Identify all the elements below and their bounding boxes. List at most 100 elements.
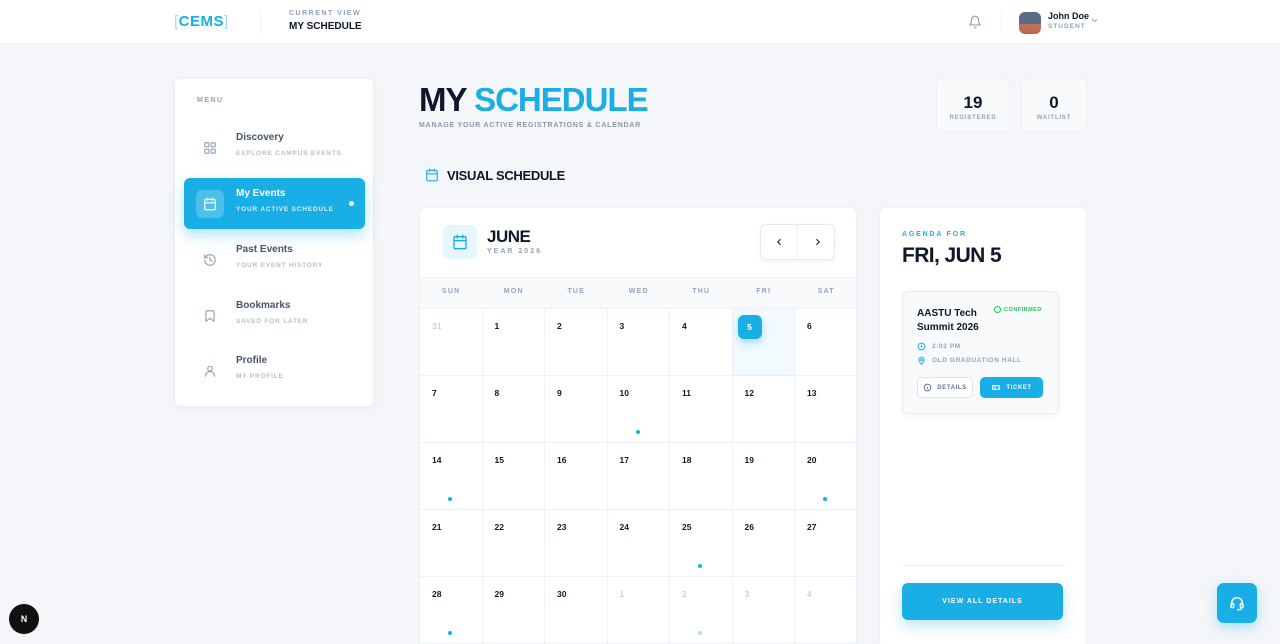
sidebar-item-my-events[interactable]: My Events YOUR ACTIVE SCHEDULE	[184, 178, 365, 229]
event-card[interactable]: AASTU Tech Summit 2026 CONFIRMED 2:02 PM…	[902, 291, 1059, 414]
calendar-day-cell[interactable]: 2	[670, 577, 733, 644]
calendar-day-cell[interactable]: 6	[795, 309, 856, 376]
divider	[1001, 11, 1002, 33]
calendar-day-cell[interactable]: 30	[545, 577, 608, 644]
event-time: 2:02 PM	[917, 342, 961, 351]
calendar-day-cell[interactable]: 20	[795, 443, 856, 510]
calendar-day-cell[interactable]: 4	[670, 309, 733, 376]
calendar-day-cell[interactable]: 3	[607, 309, 670, 376]
calendar-day-cell[interactable]: 16	[545, 443, 608, 510]
day-number: 20	[807, 455, 817, 465]
calendar-day-cell[interactable]: 21	[420, 510, 483, 577]
calendar-day-cell[interactable]: 26	[732, 510, 795, 577]
day-number: 11	[682, 388, 691, 398]
avatar[interactable]	[1019, 12, 1041, 34]
day-number: 23	[557, 522, 567, 532]
next-dev-badge[interactable]: N	[9, 604, 39, 634]
calendar-day-cell[interactable]: 9	[545, 376, 608, 443]
sidebar-item-past-events[interactable]: Past Events YOUR EVENT HISTORY	[184, 234, 365, 285]
chevron-down-icon[interactable]	[1090, 16, 1099, 25]
calendar-year: YEAR 2026	[487, 248, 542, 255]
event-title: AASTU Tech Summit 2026	[917, 308, 979, 333]
cems-logo[interactable]: [CEMS]	[174, 13, 229, 30]
calendar-day-cell[interactable]: 3	[732, 577, 795, 644]
sidebar-item-profile[interactable]: Profile MY PROFILE	[184, 345, 365, 396]
calendar: JUNE YEAR 2026 SUN MON TUE WED THU FRI SAT 31 1…	[419, 207, 857, 644]
user-role: STUDENT	[1048, 23, 1086, 30]
calendar-month: JUNE	[487, 227, 531, 246]
menu-label: MENU	[197, 97, 224, 104]
sidebar-item-sublabel: MY PROFILE	[236, 373, 284, 380]
sidebar-item-sublabel: EXPLORE CAMPUS EVENTS	[236, 150, 342, 157]
active-indicator	[349, 201, 354, 206]
calendar-day-cell[interactable]: 11	[670, 376, 733, 443]
calendar-day-cell[interactable]: 31	[420, 309, 483, 376]
sidebar-item-bookmarks[interactable]: Bookmarks SAVED FOR LATER	[184, 290, 365, 341]
ticket-icon	[992, 385, 1001, 390]
chevron-right-icon	[815, 238, 820, 246]
calendar-day-cell[interactable]: 23	[545, 510, 608, 577]
calendar-day-cell[interactable]: 18	[670, 443, 733, 510]
history-icon	[196, 246, 224, 274]
stat-label: WAITLIST	[1036, 115, 1072, 121]
event-indicator-dot	[448, 631, 452, 635]
next-month-button[interactable]	[799, 225, 836, 259]
sidebar-item-label: My Events	[236, 188, 286, 199]
ticket-button[interactable]: TICKET	[980, 377, 1043, 398]
calendar-day-cell[interactable]: 25	[670, 510, 733, 577]
section-title: VISUAL SCHEDULE	[447, 168, 566, 183]
event-indicator-dot	[448, 497, 452, 501]
day-number: 7	[432, 388, 437, 398]
day-number: 22	[494, 522, 504, 532]
calendar-day-cell[interactable]: 5	[732, 309, 795, 376]
day-number: 13	[807, 388, 817, 398]
top-bar: [CEMS] CURRENT VIEW MY SCHEDULE John Doe…	[0, 0, 1280, 44]
calendar-day-cell[interactable]: 4	[795, 577, 856, 644]
calendar-day-cell[interactable]: 24	[607, 510, 670, 577]
view-all-details-button[interactable]: VIEW ALL DETAILS	[902, 583, 1063, 620]
calendar-day-cell[interactable]: 10	[607, 376, 670, 443]
divider	[260, 11, 261, 33]
calendar-day-cell[interactable]: 17	[607, 443, 670, 510]
month-navigation	[760, 224, 835, 260]
calendar-day-cell[interactable]: 7	[420, 376, 483, 443]
day-number: 4	[682, 321, 687, 331]
details-button[interactable]: DETAILS	[917, 377, 973, 398]
day-number: 17	[619, 455, 629, 465]
calendar-day-cell[interactable]: 14	[420, 443, 483, 510]
weekday-label: FRI	[756, 288, 772, 295]
user-name[interactable]: John Doe	[1048, 11, 1089, 21]
support-button[interactable]	[1217, 583, 1257, 623]
calendar-day-cell[interactable]: 29	[482, 577, 545, 644]
grid-icon	[196, 134, 224, 162]
info-icon	[923, 383, 932, 392]
calendar-day-cell[interactable]: 8	[482, 376, 545, 443]
prev-month-button[interactable]	[761, 225, 798, 259]
current-view-label: CURRENT VIEW	[289, 10, 362, 17]
sidebar-item-sublabel: SAVED FOR LATER	[236, 318, 309, 325]
day-number: 16	[557, 455, 567, 465]
sidebar-item-label: Bookmarks	[236, 300, 291, 311]
day-number: 24	[619, 522, 629, 532]
sidebar-item-discovery[interactable]: Discovery EXPLORE CAMPUS EVENTS	[184, 122, 365, 173]
calendar-day-cell[interactable]: 28	[420, 577, 483, 644]
calendar-day-cell[interactable]: 2	[545, 309, 608, 376]
calendar-day-cell[interactable]: 27	[795, 510, 856, 577]
day-number: 31	[432, 321, 442, 331]
calendar-day-cell[interactable]: 1	[607, 577, 670, 644]
calendar-day-cell[interactable]: 15	[482, 443, 545, 510]
event-location: OLD GRADUATION HALL	[917, 356, 1022, 365]
calendar-day-cell[interactable]: 12	[732, 376, 795, 443]
weekday-header: SUN MON TUE WED THU FRI SAT	[420, 277, 856, 309]
day-number: 6	[807, 321, 812, 331]
calendar-day-cell[interactable]: 22	[482, 510, 545, 577]
day-number: 1	[619, 589, 625, 599]
day-number: 27	[807, 522, 817, 532]
calendar-day-cell[interactable]: 19	[732, 443, 795, 510]
calendar-day-cell[interactable]: 13	[795, 376, 856, 443]
bell-icon[interactable]	[968, 15, 982, 29]
day-number: 1	[494, 321, 500, 331]
calendar-day-cell[interactable]: 1	[482, 309, 545, 376]
svg-text:N: N	[21, 614, 27, 624]
day-number: 15	[494, 455, 504, 465]
